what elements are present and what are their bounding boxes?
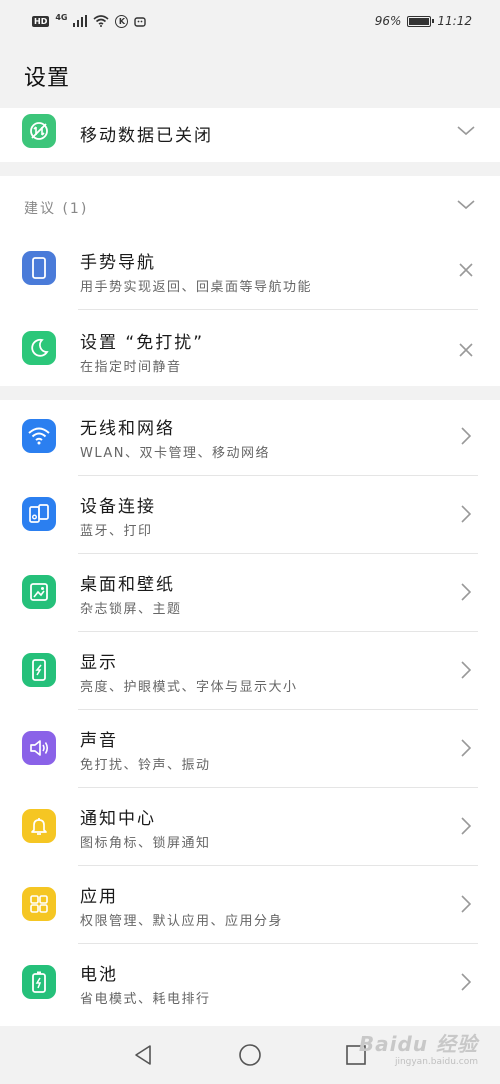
k-badge-icon: K <box>115 14 129 28</box>
device-connect-icon <box>22 497 56 531</box>
display-icon <box>22 653 56 687</box>
settings-item-desktop-wallpaper[interactable]: 桌面和壁纸 杂志锁屏、主题 <box>0 554 500 632</box>
suggestion-title: 手势导航 <box>80 253 156 273</box>
watermark-sub: jingyan.baidu.com <box>394 1057 478 1067</box>
chevron-right-icon <box>456 660 476 680</box>
settings-item-title: 通知中心 <box>80 809 156 829</box>
suggestion-item-do-not-disturb[interactable]: 设置 “免打扰” 在指定时间静音 <box>0 310 500 386</box>
apps-grid-icon <box>22 887 56 921</box>
suggestion-subtitle: 在指定时间静音 <box>80 360 182 375</box>
settings-item-wireless[interactable]: 无线和网络 WLAN、双卡管理、移动网络 <box>0 400 500 476</box>
settings-item-subtitle: 杂志锁屏、主题 <box>80 602 182 617</box>
chevron-right-icon <box>456 738 476 758</box>
settings-item-subtitle: 图标角标、锁屏通知 <box>80 836 211 851</box>
battery-percent: 96% <box>374 14 402 28</box>
suggestion-item-gesture-nav[interactable]: 手势导航 用手势实现返回、回桌面等导航功能 <box>0 234 500 310</box>
status-right: 96% 11:12 <box>375 14 472 28</box>
bell-icon <box>22 809 56 843</box>
settings-item-title: 显示 <box>80 653 118 673</box>
settings-item-title: 桌面和壁纸 <box>80 575 175 595</box>
mobile-data-row[interactable]: 移动数据已关闭 <box>0 108 500 162</box>
chevron-right-icon <box>456 426 476 446</box>
wifi-icon <box>22 419 56 453</box>
chevron-down-icon[interactable] <box>456 195 476 215</box>
settings-item-subtitle: 权限管理、默认应用、应用分身 <box>80 914 284 929</box>
mobile-data-label: 移动数据已关闭 <box>80 126 213 146</box>
settings-item-sound[interactable]: 声音 免打扰、铃声、振动 <box>0 710 500 788</box>
settings-list: 无线和网络 WLAN、双卡管理、移动网络 设备连接 蓝牙、打印 桌面和壁纸 杂志… <box>0 400 500 1026</box>
signal-icon <box>73 15 88 27</box>
close-icon[interactable] <box>456 260 476 280</box>
status-left: HD 4G K <box>32 12 147 28</box>
moon-icon <box>22 331 56 365</box>
chevron-right-icon <box>456 504 476 524</box>
back-triangle-icon[interactable] <box>131 1043 155 1067</box>
settings-item-subtitle: 省电模式、耗电排行 <box>80 992 211 1007</box>
home-circle-icon[interactable] <box>238 1043 262 1067</box>
settings-item-notifications[interactable]: 通知中心 图标角标、锁屏通知 <box>0 788 500 866</box>
settings-item-title: 设备连接 <box>80 497 156 517</box>
hd-badge: HD <box>32 15 50 27</box>
chevron-right-icon <box>456 894 476 914</box>
settings-item-subtitle: WLAN、双卡管理、移动网络 <box>80 446 271 461</box>
mobile-data-card[interactable]: 移动数据已关闭 <box>0 108 500 162</box>
gesture-phone-icon <box>22 251 56 285</box>
settings-item-title: 电池 <box>80 965 118 985</box>
suggestions-header[interactable]: 建议 (1) <box>0 176 500 234</box>
suggestion-title: 设置 “免打扰” <box>80 333 205 353</box>
mobile-data-off-icon <box>22 114 56 148</box>
chevron-down-icon[interactable] <box>456 121 476 141</box>
speaker-icon <box>22 731 56 765</box>
suggestion-subtitle: 用手势实现返回、回桌面等导航功能 <box>80 280 313 295</box>
watermark: Baidu 经验 jingyan.baidu.com <box>359 1028 478 1067</box>
settings-item-title: 无线和网络 <box>80 419 175 439</box>
settings-item-apps[interactable]: 应用 权限管理、默认应用、应用分身 <box>0 866 500 944</box>
android-icon <box>134 17 147 27</box>
close-icon[interactable] <box>456 340 476 360</box>
chevron-right-icon <box>456 972 476 992</box>
network-type: 4G <box>55 12 68 22</box>
settings-item-title: 应用 <box>80 887 118 907</box>
wallpaper-icon <box>22 575 56 609</box>
suggestions-card: 建议 (1) 手势导航 用手势实现返回、回桌面等导航功能 设置 “免打扰” 在指… <box>0 176 500 386</box>
battery-icon <box>22 965 56 999</box>
status-time: 11:12 <box>437 14 472 28</box>
suggestions-header-label: 建议 (1) <box>24 201 89 217</box>
settings-item-battery[interactable]: 电池 省电模式、耗电排行 <box>0 944 500 1022</box>
battery-status-icon <box>407 15 435 27</box>
wifi-status-icon <box>93 15 110 27</box>
page-title: 设置 <box>24 66 71 91</box>
status-bar: HD 4G K 96% 11:12 <box>0 0 500 42</box>
watermark-main: Baidu 经验 <box>358 1032 478 1056</box>
battery-fill <box>409 17 429 25</box>
chevron-right-icon <box>456 582 476 602</box>
settings-item-display[interactable]: 显示 亮度、护眼模式、字体与显示大小 <box>0 632 500 710</box>
settings-item-subtitle: 亮度、护眼模式、字体与显示大小 <box>80 680 298 695</box>
chevron-right-icon <box>456 816 476 836</box>
settings-item-subtitle: 蓝牙、打印 <box>80 524 153 539</box>
settings-item-device-connection[interactable]: 设备连接 蓝牙、打印 <box>0 476 500 554</box>
settings-item-subtitle: 免打扰、铃声、振动 <box>80 758 211 773</box>
settings-item-title: 声音 <box>80 731 118 751</box>
